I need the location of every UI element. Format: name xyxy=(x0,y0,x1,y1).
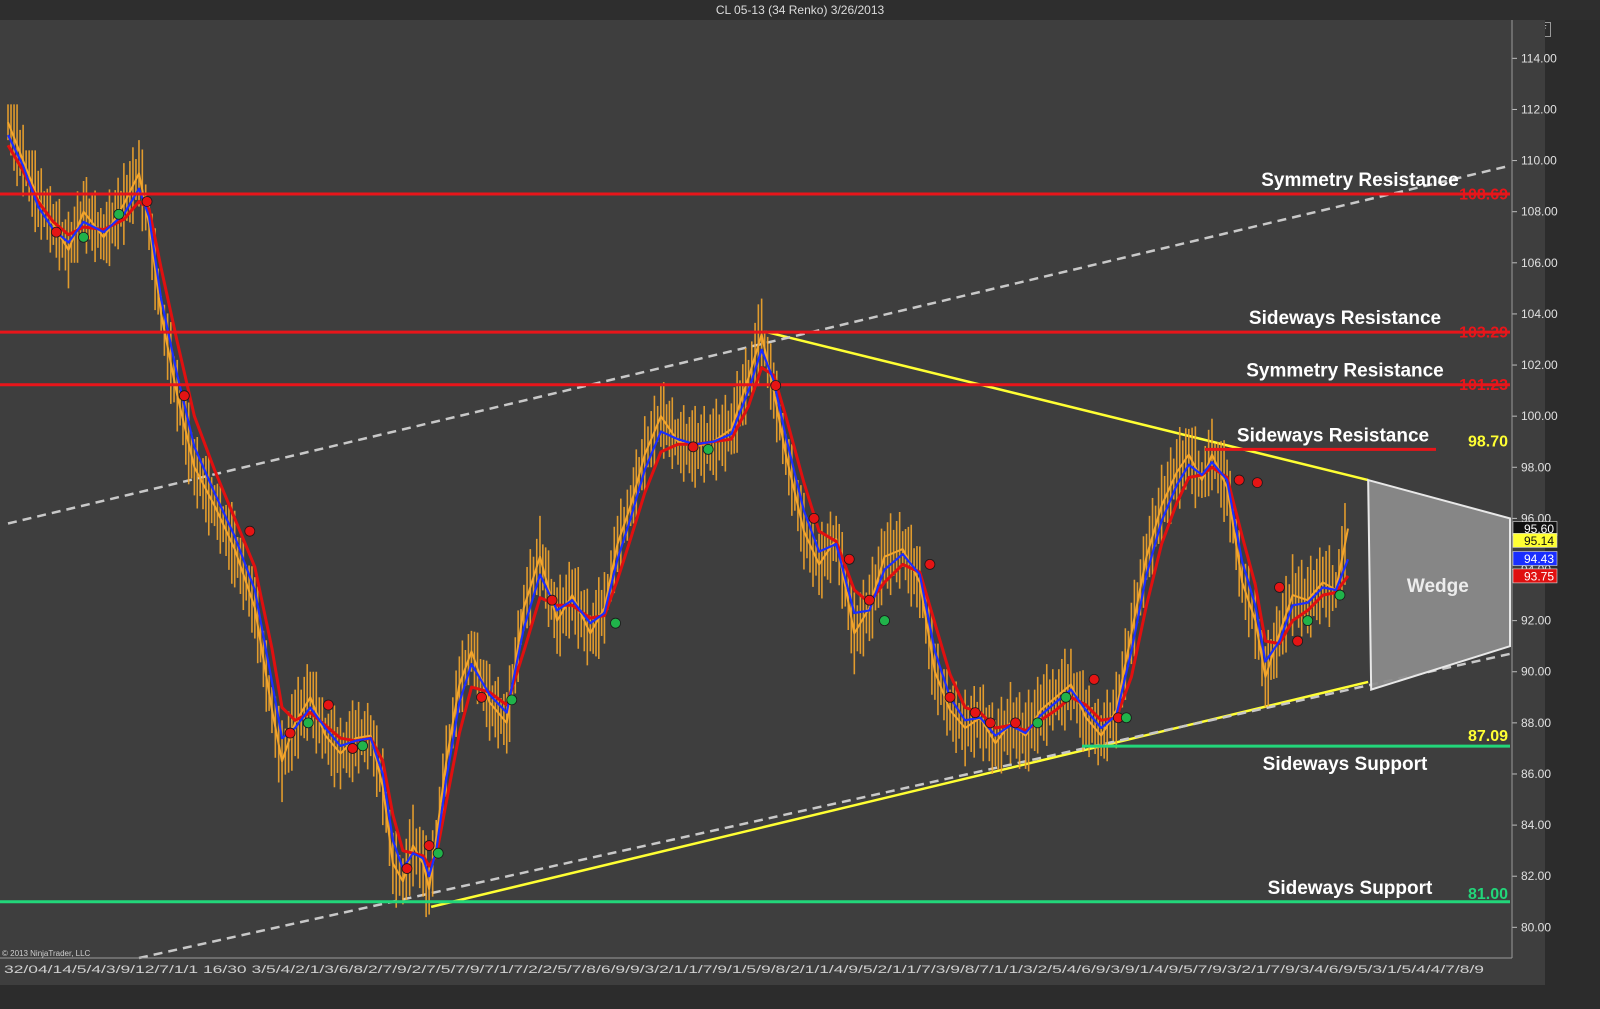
copyright-text: © 2013 NinjaTrader, LLC xyxy=(2,949,91,958)
level-name-label: Sideways Support xyxy=(1268,878,1433,899)
level-value-label: 103.29 xyxy=(1459,324,1508,341)
y-tick-label: 82.00 xyxy=(1521,869,1551,883)
buy-signal-dot xyxy=(1060,691,1072,703)
sell-signal-dot xyxy=(843,553,855,565)
buy-signal-dot xyxy=(506,694,518,706)
sell-signal-dot xyxy=(1274,582,1285,593)
sell-signal-dot xyxy=(1088,674,1100,685)
sell-signal-dot xyxy=(347,743,358,754)
level-name-label: Symmetry Resistance xyxy=(1246,361,1444,382)
sell-signal-dot xyxy=(322,699,334,711)
buy-signal-dot xyxy=(113,208,125,220)
chart-canvas[interactable]: 80.0082.0084.0086.0088.0090.0092.0094.00… xyxy=(0,0,1600,1009)
y-tick-label: 98.00 xyxy=(1521,460,1551,474)
y-tick-label: 102.00 xyxy=(1521,358,1558,372)
level-value-label: 101.23 xyxy=(1459,377,1508,394)
sell-signal-dot xyxy=(141,196,153,207)
sell-signal-dot xyxy=(1292,635,1304,647)
sell-signal-dot xyxy=(924,558,936,570)
y-tick-label: 84.00 xyxy=(1521,818,1551,832)
buy-signal-dot xyxy=(610,617,621,629)
buy-signal-dot xyxy=(357,740,369,752)
sell-signal-dot xyxy=(1233,474,1245,486)
level-name-label: Symmetry Resistance xyxy=(1261,170,1459,191)
y-tick-label: 90.00 xyxy=(1521,665,1551,679)
sell-signal-dot xyxy=(1010,717,1021,729)
buy-signal-dot xyxy=(432,847,444,859)
buy-signal-dot xyxy=(702,443,714,455)
y-tick-label: 106.00 xyxy=(1521,256,1558,270)
sell-signal-dot xyxy=(808,512,820,524)
y-tick-label: 86.00 xyxy=(1521,767,1551,781)
buy-signal-dot xyxy=(302,717,314,729)
y-tick-label: 112.00 xyxy=(1521,102,1557,116)
status-strip xyxy=(0,985,1600,1009)
level-name-label: Sideways Resistance xyxy=(1237,425,1429,446)
level-value-label: 98.70 xyxy=(1468,433,1508,450)
sell-signal-dot xyxy=(401,863,413,874)
y-tick-label: 104.00 xyxy=(1521,307,1558,321)
sell-signal-dot xyxy=(969,707,981,719)
buy-signal-dot xyxy=(1334,589,1346,601)
chart-window: CL 05-13 (34 Renko) 3/26/2013 F ▷| 80.00… xyxy=(0,0,1600,1009)
price-tag-text: 94.43 xyxy=(1524,552,1554,566)
wedge-label: Wedge xyxy=(1407,576,1469,597)
sell-signal-dot xyxy=(423,840,435,851)
y-tick-label: 110.00 xyxy=(1521,154,1557,168)
sell-signal-dot xyxy=(944,691,956,703)
sell-signal-dot xyxy=(687,441,699,453)
buy-signal-dot xyxy=(879,615,890,627)
sell-signal-dot xyxy=(1251,477,1263,489)
sell-signal-dot xyxy=(864,594,875,606)
buy-signal-dot xyxy=(1120,712,1132,724)
sell-signal-dot xyxy=(178,390,190,402)
sell-signal-dot xyxy=(984,717,996,729)
date-labels: 32/04/14/5/4/3/9/12/7/1/1 16/30 3/5/4/2/… xyxy=(4,964,1484,976)
price-tag-text: 93.75 xyxy=(1524,569,1554,583)
level-value-label: 87.09 xyxy=(1468,728,1508,745)
level-value-label: 81.00 xyxy=(1468,886,1508,903)
sell-signal-dot xyxy=(476,691,487,703)
y-tick-label: 100.00 xyxy=(1521,409,1558,423)
y-tick-label: 88.00 xyxy=(1521,716,1551,730)
y-tick-label: 80.00 xyxy=(1521,920,1551,934)
sell-signal-dot xyxy=(50,226,62,238)
buy-signal-dot xyxy=(1032,717,1044,729)
level-value-label: 108.69 xyxy=(1459,186,1508,203)
current-price-tags: 95.6095.1494.4393.75 xyxy=(1512,521,1558,583)
y-tick-label: 92.00 xyxy=(1521,614,1551,628)
level-name-label: Sideways Resistance xyxy=(1249,308,1441,329)
sell-signal-dot xyxy=(244,525,256,537)
level-name-label: Sideways Support xyxy=(1263,754,1428,775)
price-tag-text: 95.14 xyxy=(1524,534,1554,548)
buy-signal-dot xyxy=(1302,615,1314,627)
sell-signal-dot xyxy=(770,380,782,391)
sell-signal-dot xyxy=(284,727,296,739)
sell-signal-dot xyxy=(546,594,558,606)
y-tick-label: 114.00 xyxy=(1521,51,1557,65)
buy-signal-dot xyxy=(78,231,89,243)
y-tick-label: 108.00 xyxy=(1521,205,1558,219)
